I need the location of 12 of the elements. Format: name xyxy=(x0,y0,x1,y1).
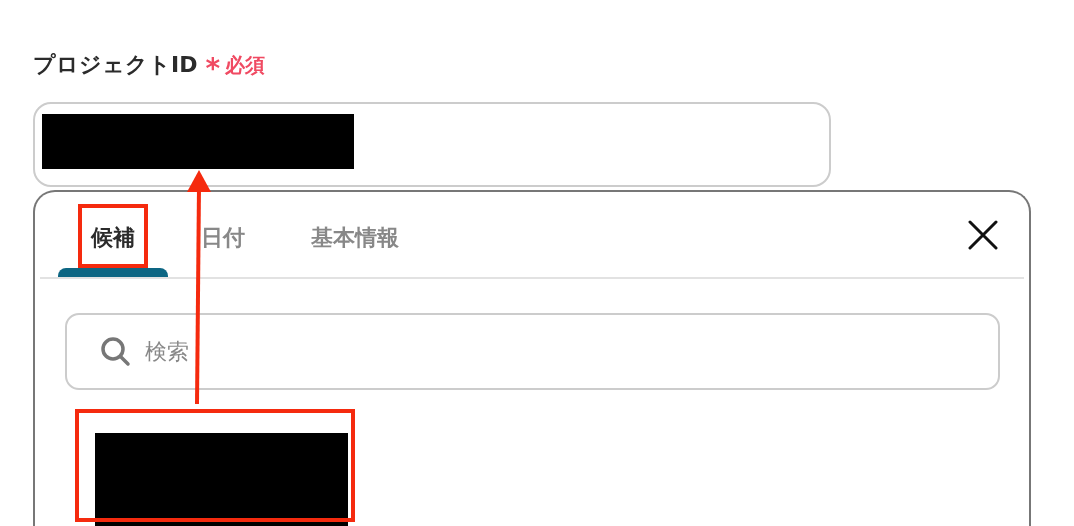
project-id-field[interactable] xyxy=(33,102,831,187)
search-field[interactable]: 検索 xyxy=(65,313,1000,390)
close-icon xyxy=(968,219,998,250)
search-icon xyxy=(100,336,131,367)
required-label: 必須 xyxy=(225,51,266,79)
tab[interactable]: 基本情報 xyxy=(278,192,432,277)
highlight-box xyxy=(78,204,148,268)
tab[interactable]: 候補 xyxy=(58,192,168,277)
field-label: プロジェクトID xyxy=(33,51,198,79)
close-button[interactable] xyxy=(968,219,998,250)
tab[interactable]: 日付 xyxy=(168,192,278,277)
required-asterisk: * xyxy=(205,51,221,83)
